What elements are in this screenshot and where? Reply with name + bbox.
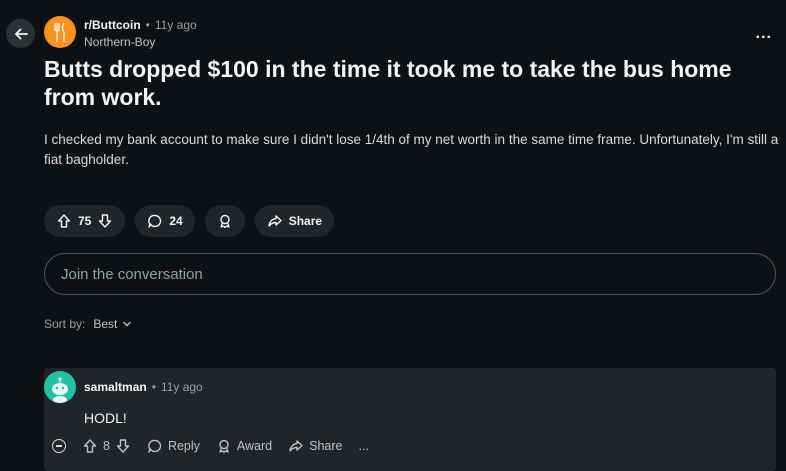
vote-count: 75 [78,214,92,228]
award-label: Award [236,439,273,453]
upvote-icon[interactable] [56,213,72,229]
award-icon [219,439,229,454]
award-button[interactable] [204,205,245,237]
post-meta: r/Buttcoin • 11y ago Northern-Boy [84,18,197,50]
reply-icon [148,439,162,453]
share-icon [289,440,303,452]
share-icon [268,215,282,227]
comment-actions: 8 Reply Award Share ... [52,438,369,454]
comment-vote-control: 8 [82,438,131,454]
comment-award-button[interactable]: Award [216,438,272,454]
comment-more-button[interactable]: ... [359,439,369,453]
share-label: Share [288,214,323,228]
share-button[interactable]: Share [254,205,335,237]
separator-dot: • [151,380,156,394]
collapse-icon[interactable] [52,439,66,453]
comment-share-label: Share [309,439,343,453]
post-body: I checked my bank account to make sure I… [44,132,779,167]
subreddit-icon [54,22,65,42]
post-actions: 75 24 Share [44,205,335,237]
downvote-icon[interactable] [115,438,131,454]
more-icon: ... [358,439,369,453]
subreddit-avatar[interactable] [44,16,76,48]
join-placeholder: Join the conversation [61,265,203,283]
comment-author[interactable]: samaltman [84,380,147,394]
post-title: Butts dropped $100 in the time it took m… [44,56,732,110]
avatar[interactable] [44,371,76,403]
comment-time: 11y ago [160,380,203,394]
vote-control: 75 [44,205,126,237]
more-icon: ... [755,25,772,42]
back-button[interactable] [6,19,35,48]
comments-button[interactable]: 24 [135,205,195,237]
award-icon [220,214,230,229]
comment-text: HODL! [84,410,127,426]
sort-dropdown[interactable]: Best [93,317,132,331]
sort-control: Sort by: Best [44,317,132,331]
reply-label: Reply [167,439,200,453]
post-author[interactable]: Northern-Boy [84,35,197,50]
sort-value: Best [93,317,118,331]
chevron-down-icon [123,321,132,327]
post-time: 11y ago [154,18,197,32]
separator-dot: • [145,18,150,32]
comment: samaltman • 11y ago HODL! 8 Reply Award … [44,368,776,471]
more-options-button[interactable]: ... [756,25,772,43]
downvote-icon[interactable] [97,213,113,229]
sort-label: Sort by: [44,317,86,331]
comment-count: 24 [169,214,183,228]
join-conversation-input[interactable]: Join the conversation [44,253,776,295]
reply-button[interactable]: Reply [147,438,200,454]
snoo-avatar-icon [52,377,68,403]
comment-share-button[interactable]: Share [288,438,343,454]
back-arrow-icon [14,28,28,39]
comment-icon [148,214,162,228]
comment-vote-count: 8 [103,439,110,453]
subreddit-link[interactable]: r/Buttcoin [84,18,141,33]
comment-meta: samaltman • 11y ago [84,380,203,394]
upvote-icon[interactable] [82,438,98,454]
